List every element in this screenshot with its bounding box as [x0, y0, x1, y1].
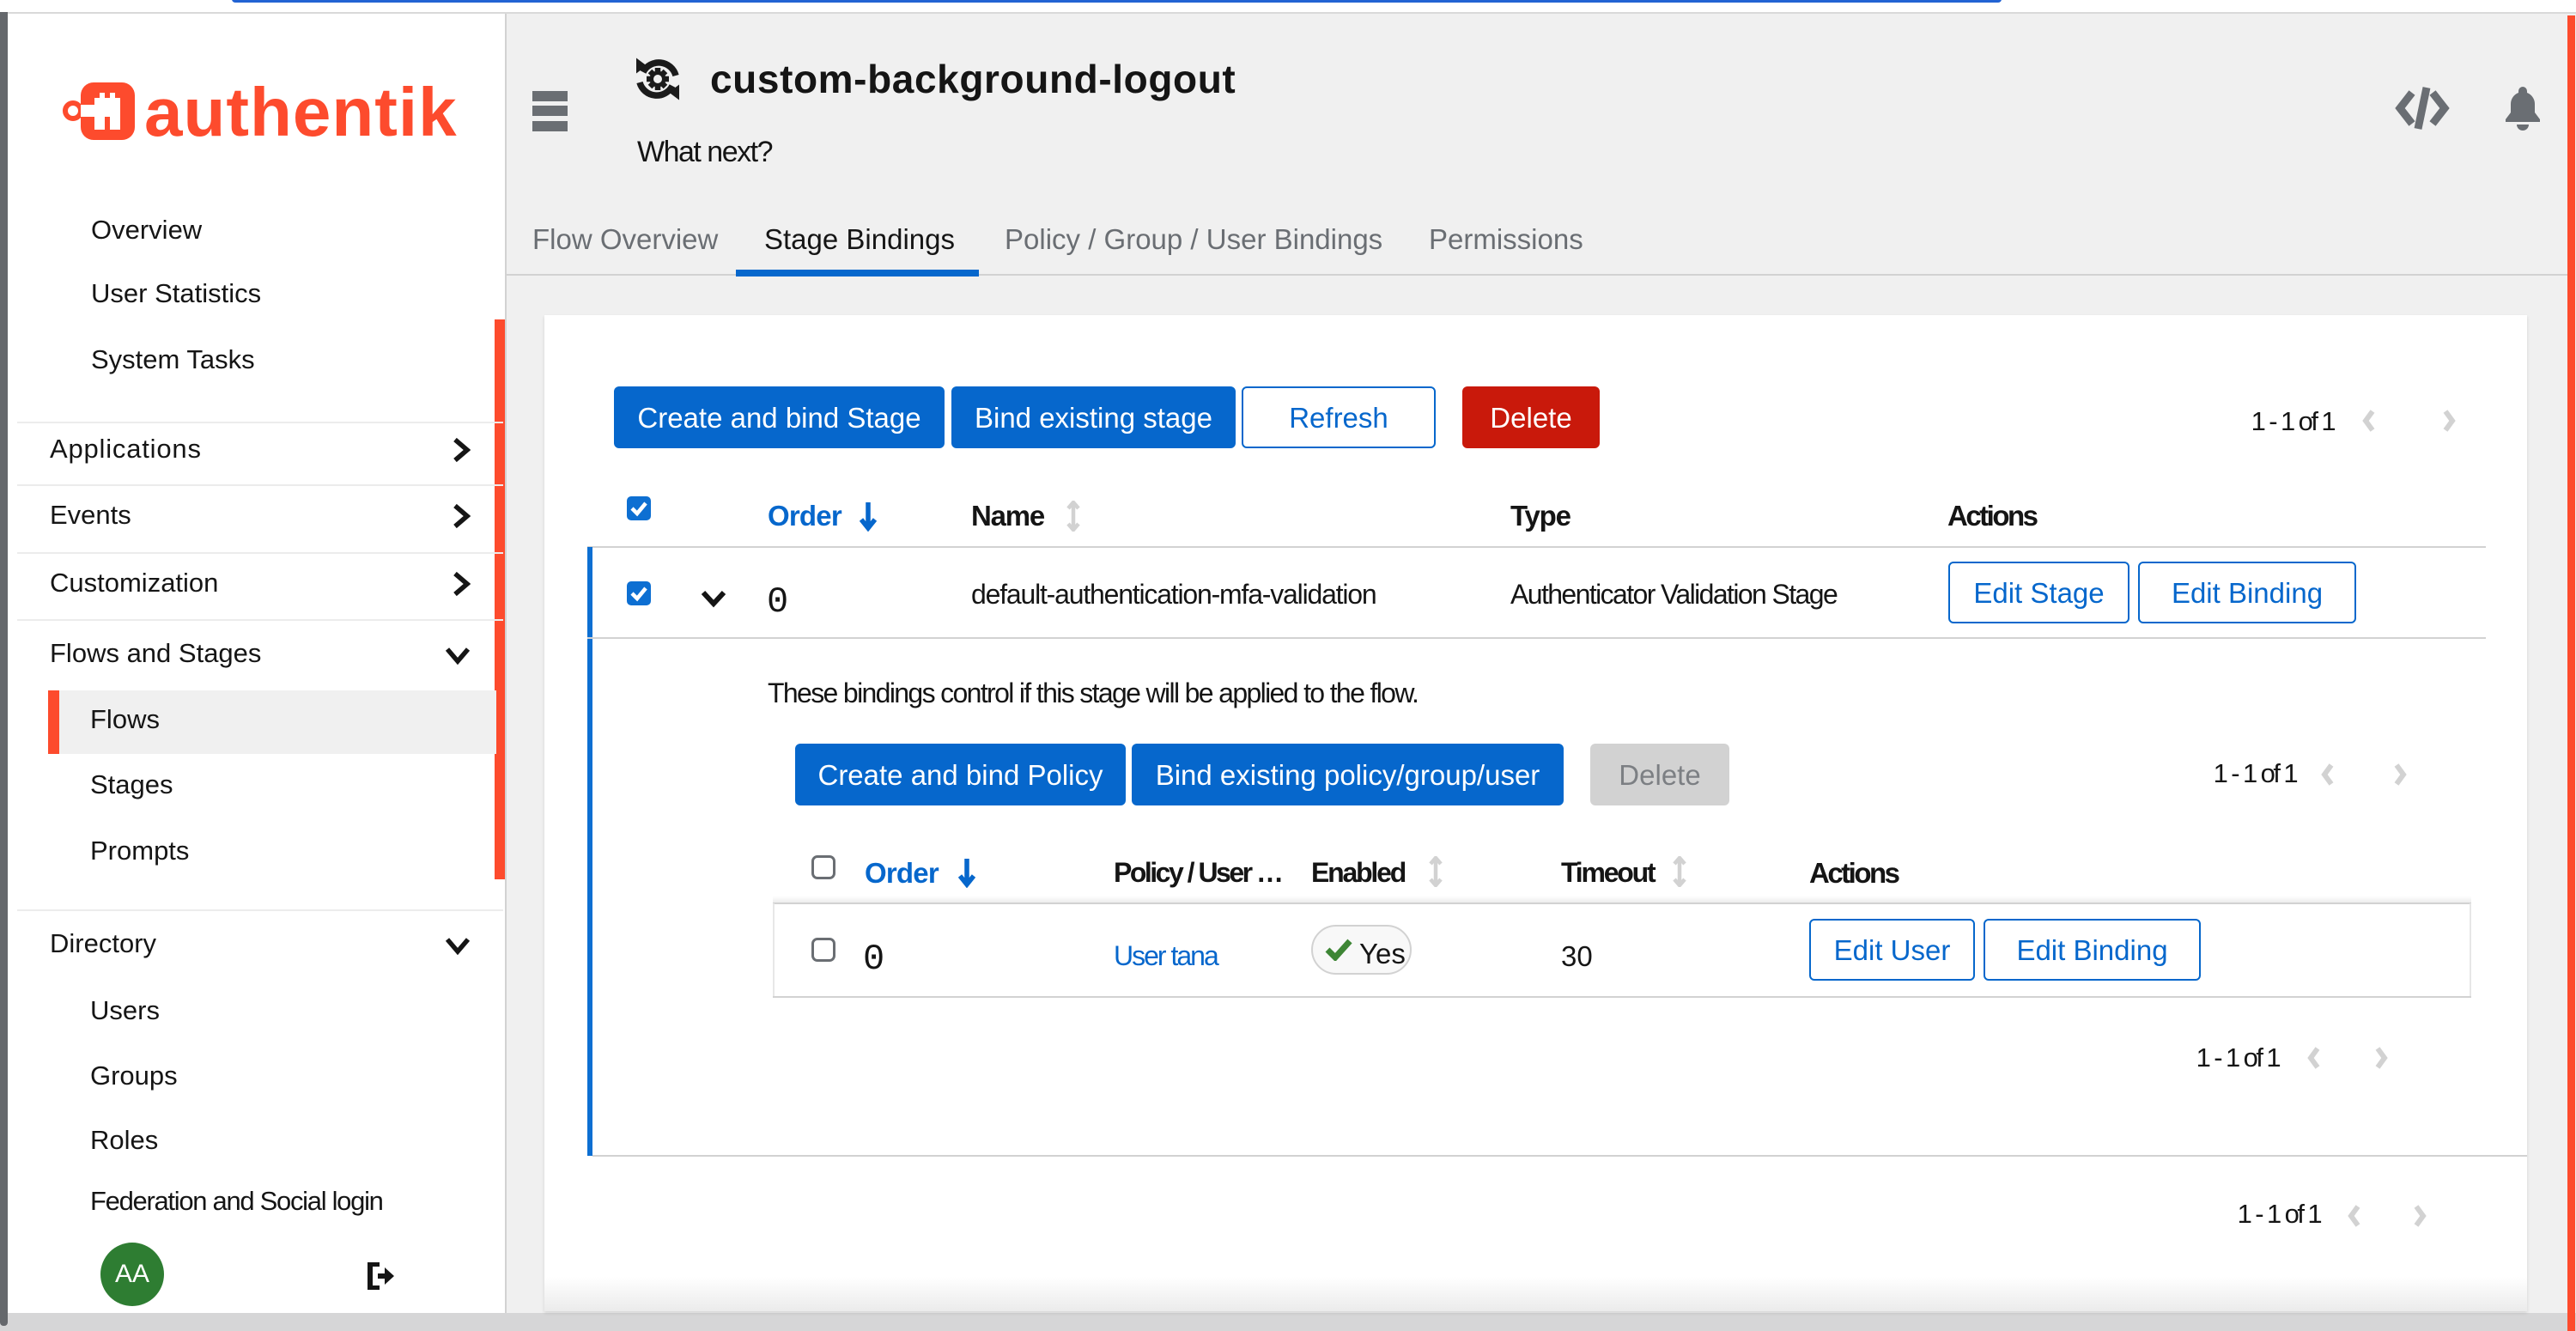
- svg-text:authentik: authentik: [144, 79, 458, 144]
